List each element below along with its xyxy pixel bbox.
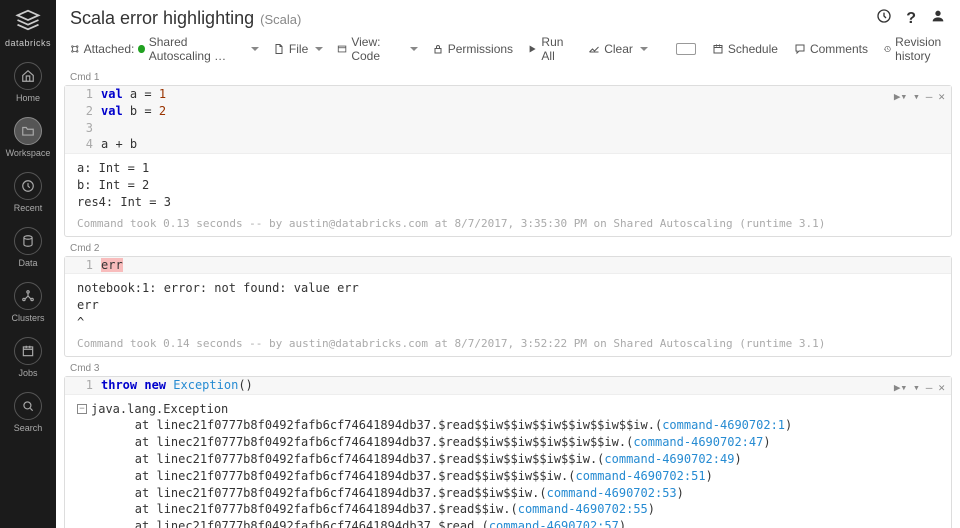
stack-link[interactable]: command-4690702:47 (633, 435, 763, 449)
sidebar-item-home[interactable]: Home (6, 62, 51, 103)
sidebar-item-jobs[interactable]: Jobs (6, 337, 51, 378)
close-icon[interactable]: ✕ (938, 90, 945, 103)
permissions-button[interactable]: Permissions (432, 42, 513, 56)
notebook-cell: ▶▾▾—✕1throw new Exception()−java.lang.Ex… (64, 376, 952, 528)
collapse-icon[interactable]: − (77, 404, 87, 414)
code-line[interactable]: 1val a = 1 (65, 86, 951, 103)
stack-frame: at linec21f0777b8f0492fafb6cf74641894db3… (77, 501, 939, 518)
line-number: 1 (73, 377, 101, 394)
sidebar-item-label: Recent (6, 203, 51, 213)
cell-label: Cmd 2 (64, 241, 952, 256)
sidebar-item-clusters[interactable]: Clusters (6, 282, 51, 323)
left-sidebar: databricks Home Workspace Recent Data Cluste… (0, 0, 56, 528)
cell-output: notebook:1: error: not found: value err … (65, 274, 951, 336)
attached-cluster-menu[interactable]: Attached: Shared Autoscaling … (70, 35, 259, 63)
cell-label: Cmd 1 (64, 70, 952, 85)
sidebar-item-search[interactable]: Search (6, 392, 51, 433)
attached-prefix: Attached: (84, 42, 135, 56)
header: Scala error highlighting (Scala) (56, 0, 960, 29)
sidebar-item-label: Search (6, 423, 51, 433)
toolbar: Attached: Shared Autoscaling … File View… (56, 29, 960, 70)
stack-frame: at linec21f0777b8f0492fafb6cf74641894db3… (77, 434, 939, 451)
code-line[interactable]: 1err (65, 257, 951, 274)
line-number: 2 (73, 103, 101, 120)
chevron-down-icon[interactable]: ▾ (913, 381, 920, 394)
user-icon[interactable] (930, 8, 946, 29)
clear-menu[interactable]: Clear (588, 42, 648, 56)
notebook-cell: 1errnotebook:1: error: not found: value … (64, 256, 952, 357)
stack-frame: at linec21f0777b8f0492fafb6cf74641894db3… (77, 451, 939, 468)
line-number: 4 (73, 136, 101, 153)
cluster-icon (14, 282, 42, 310)
clock-icon (14, 172, 42, 200)
language-label: (Scala) (260, 12, 301, 27)
sidebar-item-label: Home (6, 93, 51, 103)
cell-meta: Command took 0.13 seconds -- by austin@d… (65, 217, 951, 236)
cluster-status-dot (138, 45, 144, 53)
sidebar-item-recent[interactable]: Recent (6, 172, 51, 213)
sidebar-item-label: Clusters (6, 313, 51, 323)
main-area: ? Scala error highlighting (Scala) Attac… (56, 0, 960, 528)
stack-frame: at linec21f0777b8f0492fafb6cf74641894db3… (77, 417, 939, 434)
chevron-down-icon[interactable]: ▾ (913, 90, 920, 103)
help-icon[interactable]: ? (906, 10, 916, 28)
code-editor[interactable]: ▶▾ ▾ — ✕1throw new Exception() (65, 377, 951, 395)
revision-history-button[interactable]: Revision history (884, 35, 946, 63)
code-line[interactable]: 2val b = 2 (65, 103, 951, 120)
cell-output: a: Int = 1 b: Int = 2 res4: Int = 3 (65, 154, 951, 216)
calendar-icon (14, 337, 42, 365)
exception-head: java.lang.Exception (91, 402, 228, 416)
stack-link[interactable]: command-4690702:51 (576, 469, 706, 483)
notebook-cells: Cmd 1▶▾▾—✕1val a = 12val b = 234a + ba: … (56, 70, 960, 528)
page-title: Scala error highlighting (70, 8, 254, 29)
stack-frame: at linec21f0777b8f0492fafb6cf74641894db3… (77, 518, 939, 528)
code-editor[interactable]: ▶▾ ▾ — ✕1val a = 12val b = 234a + b (65, 86, 951, 154)
stack-link[interactable]: command-4690702:49 (604, 452, 734, 466)
top-right-icons: ? (876, 8, 946, 29)
keyboard-icon[interactable] (676, 35, 696, 63)
line-number: 1 (73, 86, 101, 103)
cell-output: −java.lang.Exception at linec21f0777b8f0… (65, 395, 951, 528)
db-icon (14, 227, 42, 255)
code-line[interactable]: 3 (65, 120, 951, 137)
code-editor[interactable]: 1err (65, 257, 951, 275)
attached-name: Shared Autoscaling … (149, 35, 244, 63)
close-icon[interactable]: ✕ (938, 381, 945, 394)
code-line[interactable]: 4a + b (65, 136, 951, 153)
line-number: 1 (73, 257, 101, 274)
minimize-icon[interactable]: — (926, 381, 933, 394)
stack-link[interactable]: command-4690702:53 (547, 486, 677, 500)
schedule-button[interactable]: Schedule (712, 35, 778, 63)
cell-meta: Command took 0.14 seconds -- by austin@d… (65, 337, 951, 356)
line-number: 3 (73, 120, 101, 137)
run-cell-icon[interactable]: ▶▾ (894, 381, 907, 394)
sidebar-item-label: Workspace (6, 148, 51, 158)
stack-frame: at linec21f0777b8f0492fafb6cf74641894db3… (77, 468, 939, 485)
folder-icon (14, 117, 42, 145)
stack-frame: at linec21f0777b8f0492fafb6cf74641894db3… (77, 485, 939, 502)
search-icon (14, 392, 42, 420)
sidebar-item-workspace[interactable]: Workspace (6, 117, 51, 158)
file-menu[interactable]: File (273, 42, 323, 56)
minimize-icon[interactable]: — (926, 90, 933, 103)
brand-text: databricks (5, 38, 51, 48)
home-icon (14, 62, 42, 90)
sidebar-item-data[interactable]: Data (6, 227, 51, 268)
cell-label: Cmd 3 (64, 361, 952, 376)
history-icon[interactable] (876, 8, 892, 29)
stack-link[interactable]: command-4690702:1 (662, 418, 785, 432)
sidebar-item-label: Data (6, 258, 51, 268)
stack-link[interactable]: command-4690702:55 (518, 502, 648, 516)
comments-button[interactable]: Comments (794, 35, 868, 63)
stack-link[interactable]: command-4690702:57 (489, 519, 619, 528)
sidebar-item-label: Jobs (6, 368, 51, 378)
notebook-cell: ▶▾ ▾ — ✕1val a = 12val b = 234a + ba: Int =… (64, 85, 952, 237)
databricks-logo (14, 6, 42, 34)
code-line[interactable]: 1throw new Exception() (65, 377, 951, 394)
view-menu[interactable]: View: Code (337, 35, 417, 63)
run-cell-icon[interactable]: ▶▾ (894, 90, 907, 103)
run-all-button[interactable]: Run All (527, 35, 574, 63)
